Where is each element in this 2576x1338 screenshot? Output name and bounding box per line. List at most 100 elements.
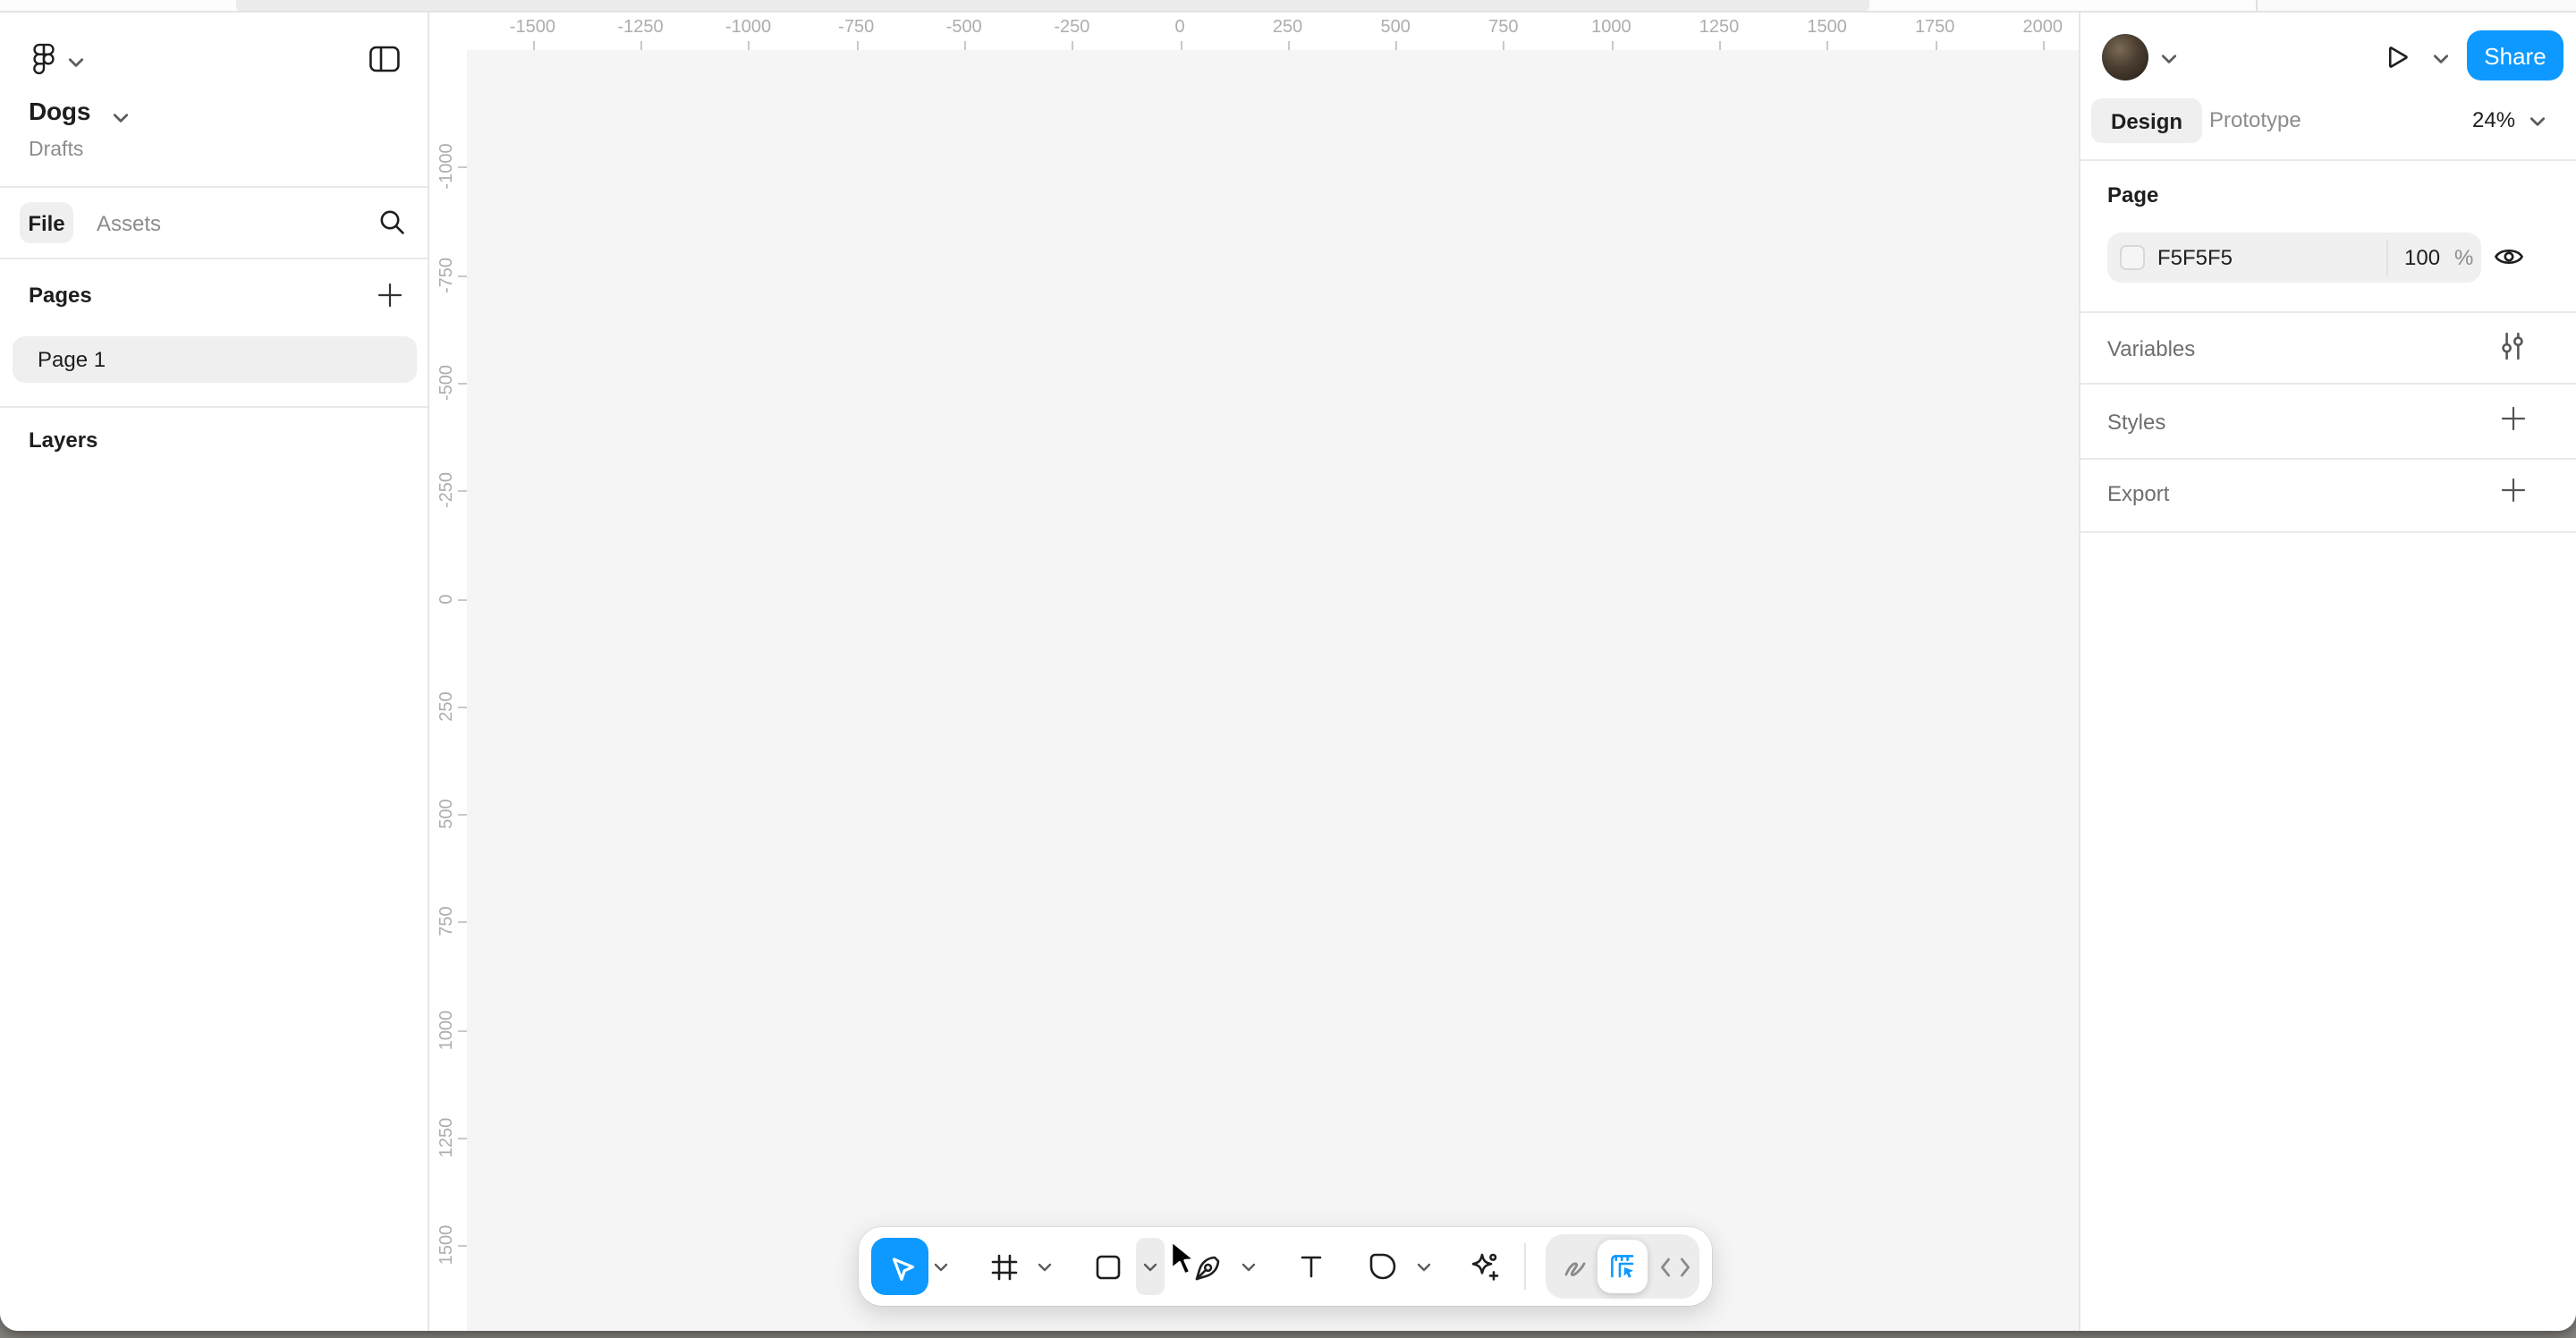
move-tool-button[interactable] [871,1238,928,1295]
color-swatch[interactable] [2120,245,2145,270]
ruler-tick [458,275,467,276]
figma-logo-menu[interactable] [30,41,57,80]
divider [2080,458,2576,460]
ruler-label: 1000 [437,1010,457,1050]
tab-file[interactable]: File [20,202,73,243]
ruler-label: -1000 [725,18,771,38]
ruler-cursor-icon [1606,1250,1639,1283]
search-button[interactable] [377,207,406,236]
file-title-chevron-icon[interactable] [113,113,129,123]
ruler-tick [640,41,642,50]
ruler-label: 1000 [1591,18,1631,38]
ruler-tick [458,167,467,169]
zoom-level[interactable]: 24% [2472,107,2515,132]
frame-tool-button[interactable] [975,1238,1032,1295]
ruler-tick [458,490,467,492]
fill-hex-value[interactable]: F5F5F5 [2157,245,2233,270]
comment-tool-chevron[interactable] [1411,1238,1436,1295]
figma-logo-icon [30,41,57,80]
divider [0,406,428,408]
tab-assets[interactable]: Assets [97,211,161,236]
add-page-button[interactable] [376,281,404,309]
file-location[interactable]: Drafts [29,140,83,161]
ruler-label: 1500 [437,1225,457,1266]
ruler-tick [1504,41,1505,50]
share-button[interactable]: Share [2467,30,2563,80]
dev-mode-button[interactable] [1651,1240,1698,1293]
page-fill-input[interactable]: F5F5F5 100 % [2107,233,2481,283]
ruler-label: -250 [437,472,457,508]
rectangle-icon [1092,1251,1123,1282]
divider [2080,383,2576,385]
ruler-label: 750 [1488,18,1518,38]
styles-section-header[interactable]: Styles [2107,410,2165,435]
ruler-label: 0 [437,593,457,603]
actions-tool-button[interactable] [1454,1238,1512,1295]
scribble-icon [1559,1251,1589,1282]
ruler-label: 1250 [437,1118,457,1158]
ruler-label: -750 [437,257,457,292]
background-window-edge-2 [2256,0,2576,11]
vertical-ruler: -1000-750-500-2500250500750100012501500 [429,13,467,1331]
present-chevron-icon[interactable] [2433,54,2449,64]
comment-tool-button[interactable] [1354,1238,1411,1295]
frame-tool-chevron[interactable] [1032,1238,1057,1295]
right-panel: Share Design Prototype 24% Page F5F5F5 1… [2079,13,2576,1331]
page-section-header[interactable]: Page [2107,182,2158,207]
main-menu-chevron-icon[interactable] [68,57,84,68]
ruler-tick [458,598,467,600]
inspect-mode-button[interactable] [1597,1240,1648,1293]
file-title[interactable]: Dogs [29,97,90,125]
plus-icon [376,281,404,309]
pages-header[interactable]: Pages [29,283,92,308]
open-variables-button[interactable] [2499,331,2526,361]
play-icon [2379,39,2415,75]
add-export-button[interactable] [2499,476,2528,504]
app-window: -1000-750-500-2500250500750100012501500 … [0,0,2576,1331]
ruler-label: 2000 [2023,18,2063,38]
ruler-tick [1719,41,1721,50]
avatar[interactable] [2102,34,2148,80]
left-sidebar: Dogs Drafts File Assets Pages Pag [0,13,429,1331]
bottom-toolbar [859,1227,1712,1306]
fill-opacity-value[interactable]: 100 [2404,245,2440,270]
divider [2080,159,2576,161]
pointer-arrow-icon [1170,1240,1209,1283]
add-style-button[interactable] [2499,404,2528,433]
ruler-label: -250 [1054,18,1089,38]
sparkle-icon [1466,1249,1500,1283]
zoom-chevron-icon[interactable] [2529,116,2546,127]
comment-icon [1367,1250,1399,1283]
ruler-tick [458,1029,467,1031]
pen-tool-chevron[interactable] [1236,1238,1261,1295]
present-button[interactable] [2379,39,2415,75]
layers-header[interactable]: Layers [29,428,97,453]
variables-section-header[interactable]: Variables [2107,336,2195,361]
export-section-header[interactable]: Export [2107,481,2169,506]
ruler-tick [532,41,534,50]
ruler-label: -500 [946,18,982,38]
text-icon [1297,1252,1326,1281]
move-tool-chevron[interactable] [928,1238,953,1295]
ruler-label: -1250 [617,18,663,38]
toolbar-divider [1524,1243,1526,1290]
toggle-visibility-button[interactable] [2494,245,2524,268]
ruler-label: -1000 [437,144,457,190]
text-tool-button[interactable] [1283,1238,1340,1295]
eye-icon [2494,245,2524,268]
page-list-item[interactable]: Page 1 [13,336,417,383]
ruler-tick [964,41,966,50]
account-chevron-icon[interactable] [2161,54,2177,64]
draw-mode-button[interactable] [1551,1240,1597,1293]
tab-design[interactable]: Design [2091,98,2202,143]
ruler-label: 750 [437,907,457,936]
tab-prototype[interactable]: Prototype [2209,107,2301,132]
sliders-icon [2499,331,2526,361]
toggle-sidebar-button[interactable] [369,45,401,73]
horizontal-ruler: -1500-1250-1000-750-500-2500250500750100… [429,13,2079,50]
design-canvas[interactable]: -1000-750-500-2500250500750100012501500 … [429,13,2079,1331]
ruler-label: 500 [1381,18,1411,38]
shape-tool-button[interactable] [1079,1238,1136,1295]
divider [2386,240,2388,275]
shape-tool-chevron[interactable] [1136,1238,1165,1295]
